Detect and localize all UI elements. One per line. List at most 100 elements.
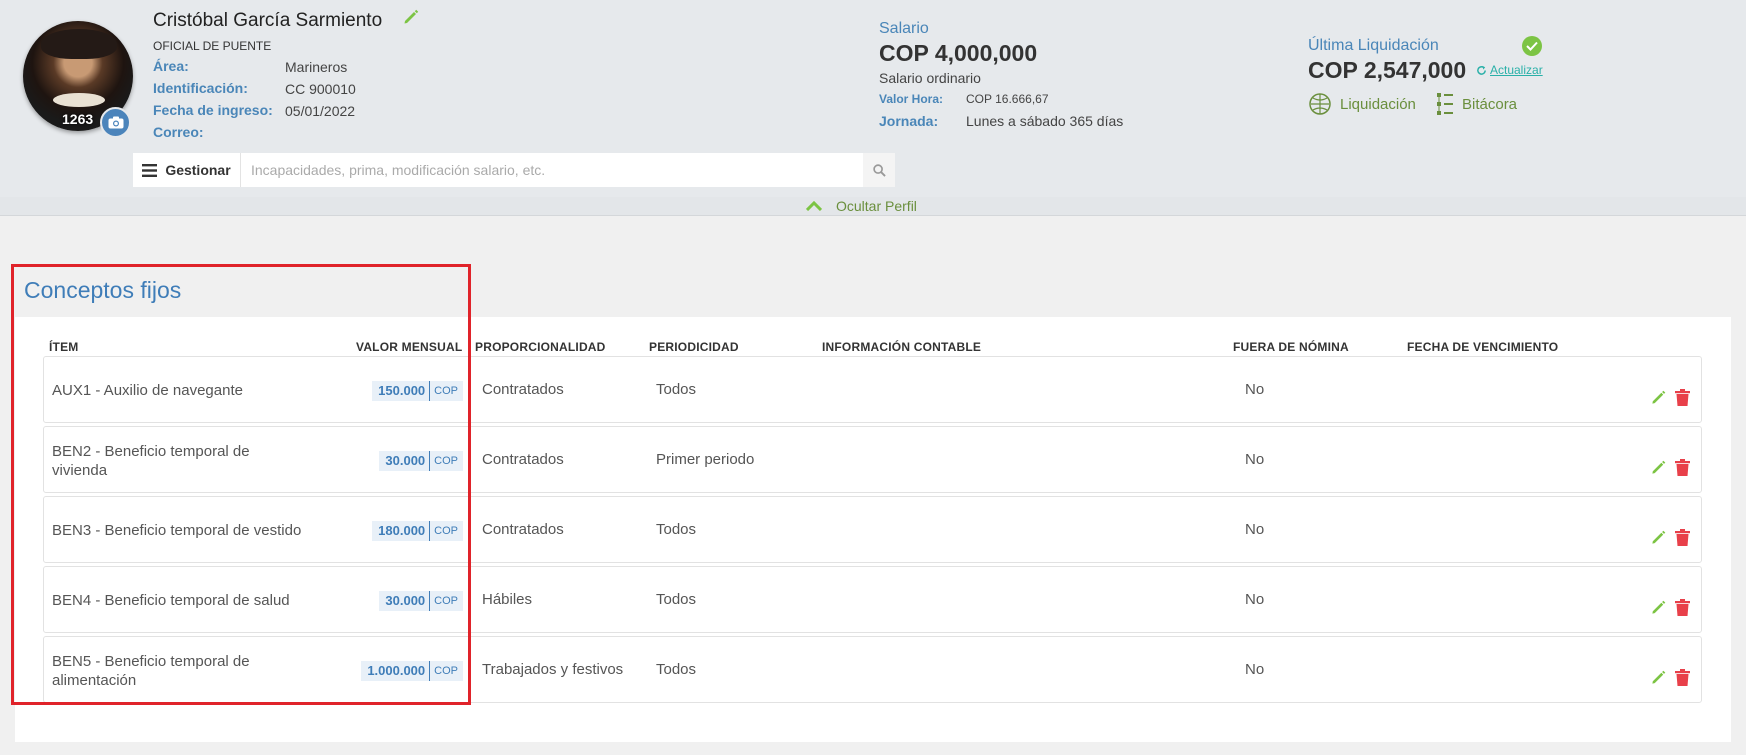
table-row: BEN5 - Beneficio temporal de alimentació… [43, 636, 1702, 703]
edit-pencil-icon[interactable] [1649, 458, 1667, 476]
hide-profile-toggle[interactable]: Ocultar Perfil [806, 198, 917, 214]
employee-position: OFICIAL DE PUENTE [153, 39, 272, 53]
row-periodicity: Todos [656, 591, 697, 608]
row-actions [1649, 668, 1691, 686]
row-actions [1649, 388, 1691, 406]
manage-menu-button[interactable]: Gestionar [133, 153, 241, 187]
row-off-payroll: No [1245, 381, 1265, 398]
monthly-value: 1.000.000 [367, 663, 426, 678]
row-item: BEN2 - Beneficio temporal de vivienda [52, 443, 250, 479]
edit-pencil-icon[interactable] [1649, 528, 1667, 546]
row-periodicity: Primer periodo [656, 451, 755, 468]
row-proportionality: Trabajados y festivos [482, 661, 624, 678]
start-date-label: Fecha de ingreso: [153, 102, 273, 118]
col-proporcionalidad: PROPORCIONALIDAD [475, 340, 606, 354]
timeline-icon [1437, 93, 1453, 115]
row-proportionality: Hábiles [482, 591, 533, 608]
monthly-value: 180.000 [378, 523, 426, 538]
row-proportionality: Contratados [482, 381, 564, 398]
row-off-payroll: No [1245, 591, 1265, 608]
row-actions [1649, 598, 1691, 616]
col-periodicidad: PERIODICIDAD [649, 340, 739, 354]
hourly-value-label: Valor Hora: [879, 92, 944, 106]
workday-value: Lunes a sábado 365 días [966, 113, 1124, 129]
row-item: BEN5 - Beneficio temporal de alimentació… [52, 653, 250, 689]
last-settlement-amount: COP 2,547,000 [1308, 57, 1467, 83]
search-icon [872, 163, 886, 177]
row-proportionality: Contratados [482, 451, 564, 468]
salary-amount: COP 4,000,000 [879, 40, 1038, 66]
identification-value: CC 900010 [285, 81, 356, 97]
currency: COP [434, 455, 458, 467]
currency: COP [434, 525, 458, 537]
area-label: Área: [153, 58, 189, 74]
row-actions [1649, 528, 1691, 546]
edit-pencil-icon[interactable] [1649, 668, 1667, 686]
row-item: BEN3 - Beneficio temporal de vestido [52, 522, 302, 539]
delete-trash-icon[interactable] [1673, 458, 1691, 476]
refresh-link[interactable]: Actualizar [1476, 63, 1543, 77]
monthly-value-badge: 30.000 COP [379, 451, 463, 471]
search-button[interactable] [863, 153, 895, 187]
last-settlement-title: Última Liquidación [1308, 37, 1439, 54]
bitacora-link[interactable]: Bitácora [1436, 92, 1517, 116]
col-fecha-vencimiento: FECHA DE VENCIMIENTO [1407, 340, 1559, 354]
camera-icon[interactable] [100, 107, 131, 138]
row-off-payroll: No [1245, 451, 1265, 468]
delete-trash-icon[interactable] [1673, 668, 1691, 686]
salary-type: Salario ordinario [879, 70, 981, 86]
globe-document-icon [1309, 93, 1331, 115]
employee-name: Cristóbal García Sarmiento [153, 10, 383, 31]
section-title: Conceptos fijos [24, 277, 182, 303]
table-row: BEN4 - Beneficio temporal de salud 30.00… [43, 566, 1702, 633]
row-off-payroll: No [1245, 661, 1265, 678]
workday-label: Jornada: [879, 113, 939, 129]
monthly-value-badge: 180.000 COP [372, 521, 463, 541]
row-periodicity: Todos [656, 521, 697, 538]
profile-header: 1263 Cristóbal García Sarmiento OFICIAL … [0, 0, 1746, 197]
edit-pencil-icon[interactable] [1649, 388, 1667, 406]
identification-label: Identificación: [153, 80, 248, 96]
liquidacion-link[interactable]: Liquidación [1308, 92, 1416, 116]
col-fuera-nomina: FUERA DE NÓMINA [1233, 340, 1349, 354]
row-off-payroll: No [1245, 521, 1265, 538]
currency: COP [434, 595, 458, 607]
start-date-value: 05/01/2022 [285, 103, 356, 119]
row-periodicity: Todos [656, 661, 697, 678]
row-proportionality: Contratados [482, 521, 564, 538]
delete-trash-icon[interactable] [1673, 528, 1691, 546]
row-item: BEN4 - Beneficio temporal de salud [52, 592, 290, 609]
delete-trash-icon[interactable] [1673, 388, 1691, 406]
row-periodicity: Todos [656, 381, 697, 398]
delete-trash-icon[interactable] [1673, 598, 1691, 616]
avatar-collar [53, 93, 105, 107]
col-item: ÍTEM [49, 340, 79, 354]
search-input[interactable] [241, 153, 863, 187]
col-informacion-contable: INFORMACIÓN CONTABLE [822, 340, 982, 354]
employee-number: 1263 [62, 111, 94, 127]
table-row: AUX1 - Auxilio de navegante 150.000 COP … [43, 356, 1702, 423]
hamburger-icon [142, 163, 158, 177]
col-valor-mensual: VALOR MENSUAL [356, 340, 463, 354]
row-actions [1649, 458, 1691, 476]
table-row: BEN3 - Beneficio temporal de vestido 180… [43, 496, 1702, 563]
monthly-value: 150.000 [378, 383, 426, 398]
monthly-value-badge: 30.000 COP [379, 591, 463, 611]
monthly-value-badge: 1.000.000 COP [361, 661, 463, 681]
monthly-value: 30.000 [385, 593, 426, 608]
row-item: AUX1 - Auxilio de navegante [52, 382, 243, 399]
refresh-label: Actualizar [1490, 63, 1543, 77]
check-circle-icon [1522, 36, 1542, 56]
table-row: BEN2 - Beneficio temporal de vivienda 30… [43, 426, 1702, 493]
bitacora-label: Bitácora [1462, 95, 1518, 113]
manage-label: Gestionar [165, 162, 231, 178]
refresh-icon [1477, 65, 1486, 75]
liquidacion-label: Liquidación [1340, 95, 1416, 113]
edit-pencil-icon[interactable] [1649, 598, 1667, 616]
monthly-value: 30.000 [385, 453, 426, 468]
area-value: Marineros [285, 59, 348, 75]
hourly-value: COP 16.666,67 [966, 92, 1049, 106]
currency: COP [434, 385, 458, 397]
edit-name-pencil-icon[interactable] [402, 8, 420, 31]
manage-search-bar: Gestionar [133, 153, 895, 187]
